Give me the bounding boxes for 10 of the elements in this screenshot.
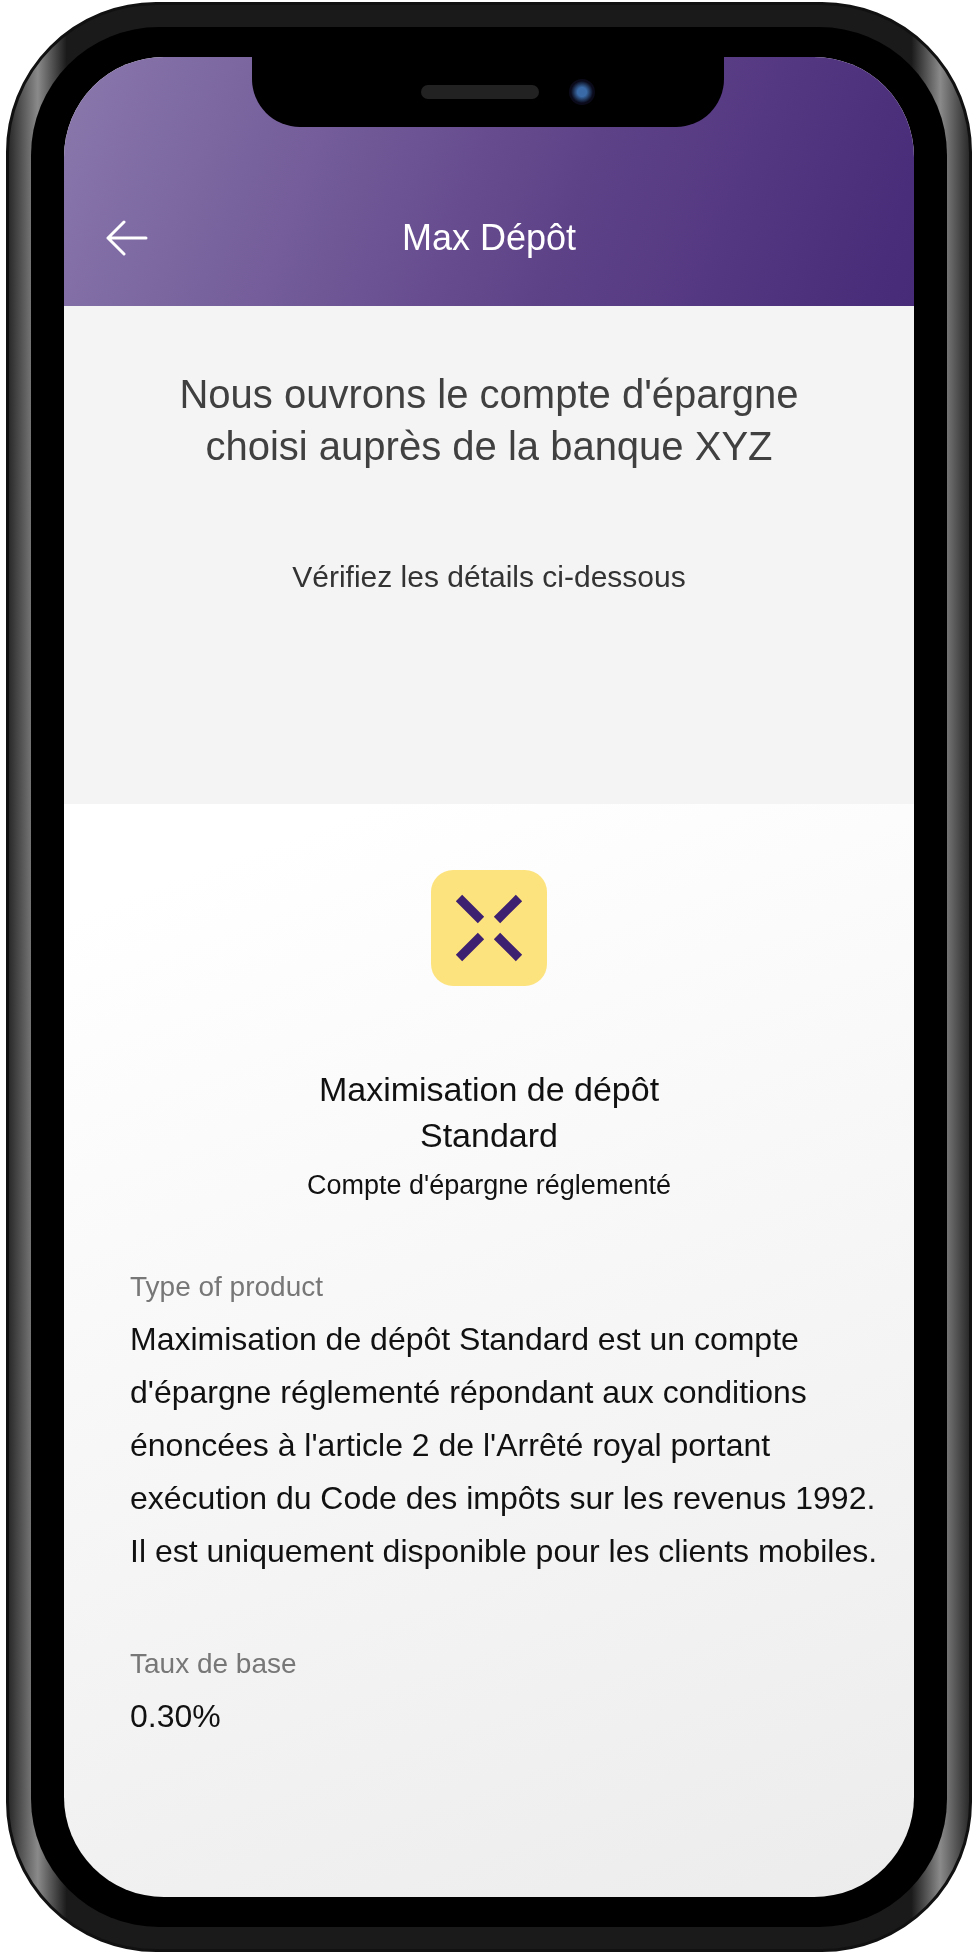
intro-heading: Nous ouvrons le compte d'épargne choisi auprès de la banque XYZ xyxy=(178,371,800,470)
product-name: Maximisation de dépôt Standard xyxy=(317,1069,661,1156)
product-logo-icon xyxy=(431,870,547,986)
intro-subheading: Vérifiez les détails ci-dessous xyxy=(292,560,686,594)
detail-value: 0.30% xyxy=(130,1697,222,1736)
detail-label: Type of product xyxy=(130,1271,324,1303)
detail-value: Maximisation de dépôt Standard est un compte d'épargne réglementé répondant aux conditions énoncées à l'article 2 de l'Arrêté royal portant exécution du Code des impôts sur les revenus 1992. Il est uniquement disponible pour les clients mobiles. xyxy=(130,1320,879,1571)
detail-label: Taux de base xyxy=(130,1648,298,1680)
product-category: Compte d'épargne réglementé xyxy=(307,1170,671,1201)
screen-title: Max Dépôt xyxy=(401,216,577,260)
